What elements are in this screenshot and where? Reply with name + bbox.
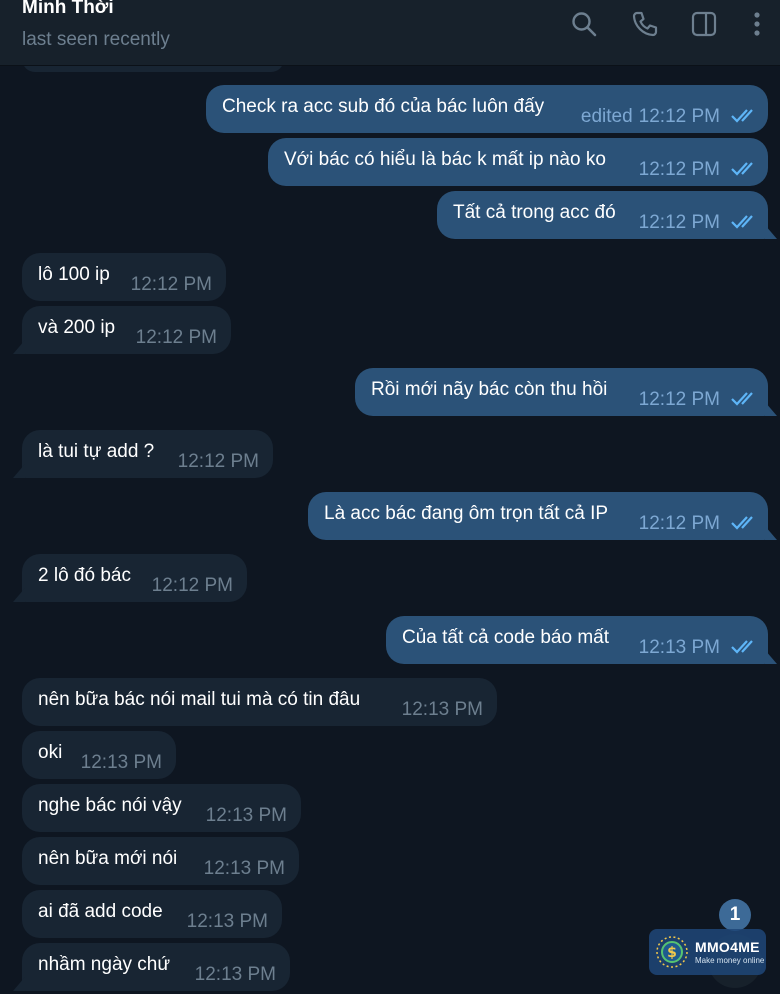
read-checkmarks-icon (730, 637, 760, 655)
sidebar-toggle-icon[interactable] (689, 9, 719, 39)
message-text: nên bữa bác nói mail tui mà có tin đâu (38, 689, 361, 710)
message-bubble-incoming[interactable]: và 200 ip 12:12 PM (13, 306, 231, 354)
message-bubble-incoming[interactable]: là tui tự add ? 12:12 PM (13, 430, 273, 478)
message-bubble-partial (22, 66, 284, 72)
message-text: ai đã add code (38, 901, 163, 922)
message-meta: edited 12:12 PM (581, 106, 720, 128)
message-bubble-outgoing[interactable]: Rồi mới nãy bác còn thu hồi 12:12 PM (355, 368, 777, 416)
watermark-title: MMO4ME (695, 939, 760, 955)
message-text: 2 lô đó bác (38, 565, 131, 586)
message-bubble-incoming[interactable]: nghe bác nói vậy 12:13 PM (22, 784, 301, 832)
message-time: 12:13 PM (401, 699, 483, 720)
message-meta: 12:12 PM (639, 212, 720, 234)
message-bubble-incoming[interactable]: nhầm ngày chứ 12:13 PM (13, 943, 290, 991)
read-checkmarks-icon (730, 159, 760, 177)
message-bubble-incoming[interactable]: ai đã add code 12:13 PM (22, 890, 282, 938)
message-time: 12:13 PM (194, 964, 276, 985)
message-time: 12:12 PM (638, 212, 720, 233)
message-bubble-incoming[interactable]: nên bữa mới nói 12:13 PM (22, 837, 299, 885)
message-time: 12:12 PM (638, 513, 720, 534)
message-text: nên bữa mới nói (38, 848, 178, 869)
dollar-coin-icon: $ (656, 936, 688, 968)
message-bubble-outgoing[interactable]: Với bác có hiểu là bác k mất ip nào ko 1… (268, 138, 768, 186)
message-text: Check ra acc sub đó của bác luôn đấy (222, 96, 545, 117)
message-bubble-incoming[interactable]: 2 lô đó bác 12:12 PM (13, 554, 247, 602)
message-time: 12:12 PM (151, 575, 233, 596)
message-text: Của tất cả code báo mất (402, 627, 610, 648)
message-text: Với bác có hiểu là bác k mất ip nào ko (284, 149, 606, 170)
edited-label: edited (580, 106, 633, 127)
read-checkmarks-icon (730, 389, 760, 407)
message-meta: 12:13 PM (639, 637, 720, 659)
message-time: 12:13 PM (186, 911, 268, 932)
message-time: 12:13 PM (205, 805, 287, 826)
watermark-logo: $ MMO4ME Make money online (649, 929, 766, 975)
message-text: Rồi mới nãy bác còn thu hồi (371, 379, 608, 400)
contact-status: last seen recently (22, 29, 170, 50)
message-time: 12:12 PM (638, 159, 720, 180)
message-time: 12:12 PM (638, 106, 720, 127)
more-vert-icon[interactable] (742, 9, 772, 39)
message-bubble-outgoing[interactable]: Của tất cả code báo mất 12:13 PM (386, 616, 777, 664)
message-bubble-incoming[interactable]: lô 100 ip 12:12 PM (22, 253, 226, 301)
read-checkmarks-icon (730, 212, 760, 230)
message-meta: 12:12 PM (639, 159, 720, 181)
message-text: lô 100 ip (38, 264, 110, 285)
phone-icon[interactable] (630, 9, 660, 39)
message-bubble-incoming[interactable]: nên bữa bác nói mail tui mà có tin đâu 1… (22, 678, 497, 726)
message-text: Là acc bác đang ôm trọn tất cả IP (324, 503, 609, 524)
svg-text:$: $ (667, 945, 677, 961)
watermark-subtitle: Make money online (695, 956, 765, 965)
message-bubble-incoming[interactable]: oki 12:13 PM (22, 731, 176, 779)
message-meta: 12:12 PM (639, 513, 720, 535)
unread-count-badge[interactable]: 1 (719, 899, 751, 931)
message-time: 12:12 PM (177, 451, 259, 472)
read-checkmarks-icon (730, 513, 760, 531)
message-bubble-outgoing[interactable]: Check ra acc sub đó của bác luôn đấy edi… (206, 85, 768, 133)
message-time: 12:13 PM (80, 752, 162, 773)
message-list[interactable]: Check ra acc sub đó của bác luôn đấy edi… (0, 66, 780, 994)
chat-header: Minh Thời last seen recently (0, 0, 780, 66)
message-meta: 12:12 PM (639, 389, 720, 411)
read-checkmarks-icon (730, 106, 760, 124)
message-time: 12:13 PM (203, 858, 285, 879)
message-text: là tui tự add ? (38, 441, 155, 462)
message-text: nhầm ngày chứ (38, 954, 171, 975)
message-bubble-outgoing[interactable]: Là acc bác đang ôm trọn tất cả IP 12:12 … (308, 492, 777, 540)
message-time: 12:12 PM (135, 327, 217, 348)
message-text: Tất cả trong acc đó (453, 202, 616, 223)
contact-name[interactable]: Minh Thời (22, 0, 114, 19)
message-bubble-outgoing[interactable]: Tất cả trong acc đó 12:12 PM (437, 191, 777, 239)
message-time: 12:12 PM (638, 389, 720, 410)
message-time: 12:13 PM (638, 637, 720, 658)
message-text: nghe bác nói vậy (38, 795, 182, 816)
message-text: và 200 ip (38, 317, 116, 338)
message-text: oki (38, 742, 63, 763)
message-time: 12:12 PM (130, 274, 212, 295)
search-icon[interactable] (569, 9, 599, 39)
